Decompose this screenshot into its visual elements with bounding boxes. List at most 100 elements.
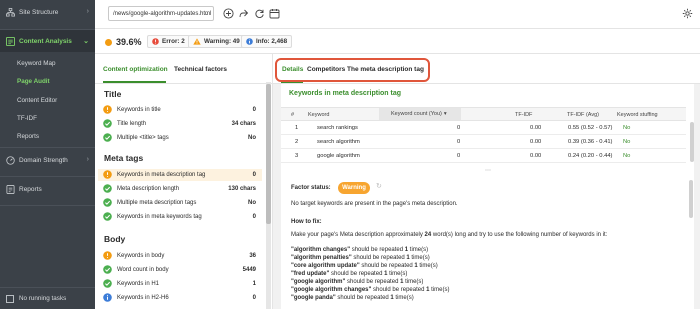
recommendation-unit: time(s) [403, 279, 424, 285]
warning-icon [103, 105, 113, 115]
chevron-down-icon: ⌄ [83, 38, 89, 45]
factors-panel: Content optimization Technical factors T… [95, 54, 273, 309]
factor-row-selected[interactable]: Keywords in meta description tag 0 [98, 169, 262, 181]
warning-count: Warning: 49 [204, 38, 240, 45]
warning-badge[interactable]: Warning: 49 [188, 35, 245, 48]
column-header[interactable]: Keyword [308, 112, 329, 118]
recommendation-text: should be repeated [345, 279, 401, 285]
info-icon [103, 293, 113, 303]
settings-icon[interactable] [681, 7, 693, 19]
recommended-keyword: "fred update" [291, 271, 330, 277]
group-title-meta-tags: Meta tags [104, 153, 144, 163]
column-header[interactable]: Keyword stuffing [617, 112, 658, 118]
table-scrollbar[interactable] [690, 122, 694, 162]
sidebar-sub-page-audit[interactable]: Page Audit [17, 78, 50, 85]
factor-row[interactable]: Keywords in H2-H6 0 [98, 292, 262, 304]
factor-value: 36 [249, 253, 256, 259]
share-icon[interactable] [237, 7, 249, 19]
sort-desc-icon: ▾ [443, 111, 447, 117]
add-icon[interactable] [222, 7, 234, 19]
factor-row[interactable]: Keywords in meta keywords tag 0 [98, 211, 262, 223]
factor-row[interactable]: Keywords in body 36 [98, 250, 262, 262]
sidebar-item-label: Domain Strength [19, 156, 68, 164]
check-icon [103, 133, 113, 143]
recommendation-text: should be repeated [371, 287, 427, 293]
factor-value: 1 [252, 281, 256, 287]
row-tfidf-avg: 0.39 (0.36 - 0.41) [568, 139, 613, 145]
top-toolbar: /news/google-algorithm-updates.html ⌄ [95, 0, 700, 29]
recommended-keyword: "core algorithm update" [291, 263, 360, 269]
error-badge[interactable]: Error: 2 [147, 35, 190, 48]
recommended-keyword: "google algorithm changes" [291, 287, 372, 293]
group-title-title: Title [104, 89, 122, 99]
info-count: Info: 2,468 [256, 38, 288, 45]
row-stuffing: No [623, 153, 631, 159]
factor-value: 34 chars [231, 121, 256, 127]
factor-row[interactable]: Multiple <title> tags No [98, 132, 262, 144]
tab-content-optimization[interactable]: Content optimization [103, 66, 168, 73]
check-icon [103, 212, 113, 222]
factor-row[interactable]: Multiple meta description tags No [98, 197, 262, 209]
factor-row[interactable]: Title length 34 chars [98, 118, 262, 130]
tab-technical-factors[interactable]: Technical factors [174, 66, 227, 73]
url-select[interactable]: /news/google-algorithm-updates.html ⌄ [108, 6, 214, 21]
info-badge[interactable]: Info: 2,468 [241, 35, 293, 48]
column-header-label: Keyword count (You) [391, 111, 442, 117]
sidebar-item-reports[interactable]: Reports [0, 178, 95, 200]
factors-scrollbar[interactable] [266, 82, 271, 309]
sidebar-sub-reports[interactable]: Reports [17, 133, 39, 140]
row-count: 0 [457, 153, 461, 159]
factor-label: Word count in body [117, 267, 169, 273]
keyword-recommendation: "google algorithm" should be repeated 1 … [291, 279, 423, 285]
sidebar-sub-tf-idf[interactable]: TF-IDF [17, 115, 37, 122]
factor-label: Multiple <title> tags [117, 135, 169, 141]
gauge-icon [5, 155, 15, 165]
divider [0, 147, 95, 148]
sidebar-sub-keyword-map[interactable]: Keyword Map [17, 60, 56, 67]
column-header[interactable]: # [291, 112, 294, 118]
chevron-down-icon: ⌄ [203, 11, 209, 17]
recommendation-text: should be repeated [335, 295, 391, 301]
factor-label: Multiple meta description tags [117, 200, 197, 206]
keywords-table-title: Keywords in meta description tag [289, 90, 402, 97]
factor-value: 0 [252, 107, 256, 113]
factor-row[interactable]: Meta description length 130 chars [98, 183, 262, 195]
keyword-recommendation: "algorithm penalties" should be repeated… [291, 255, 430, 261]
sidebar-item-site-structure[interactable]: Site Structure › [0, 1, 95, 23]
factor-value: 5449 [242, 267, 256, 273]
table-row[interactable]: 3 google algorithm 0 0.00 0.24 (0.20 - 0… [281, 150, 686, 163]
factor-row[interactable]: Keywords in H1 1 [98, 278, 262, 290]
sidebar-item-content-analysis[interactable]: Content Analysis ⌄ [0, 30, 95, 52]
column-header[interactable]: TF-IDF [515, 112, 532, 118]
sidebar-sub-content-editor[interactable]: Content Editor [17, 97, 57, 104]
check-icon [103, 265, 113, 275]
recommendation-unit: time(s) [429, 287, 450, 293]
recommended-keyword: "google algorithm" [291, 279, 346, 285]
factor-value: 130 chars [228, 186, 256, 192]
sidebar-item-label: Reports [19, 185, 42, 193]
content-icon [5, 36, 15, 46]
calendar-icon[interactable] [268, 7, 280, 19]
resize-handle[interactable]: ⋯ [478, 168, 498, 174]
detail-scrollbar[interactable] [689, 180, 693, 218]
row-count: 0 [457, 125, 461, 131]
factor-value: 0 [252, 214, 256, 220]
row-keyword: search algorithm [317, 139, 360, 145]
refresh-icon[interactable]: ↻ [376, 182, 382, 190]
chevron-right-icon: › [86, 8, 89, 15]
sitemap-icon [5, 7, 15, 17]
sidebar-item-domain-strength[interactable]: Domain Strength › [0, 149, 95, 171]
scrollbar-thumb[interactable] [266, 84, 271, 224]
table-row[interactable]: 2 search algorithm 0 0.00 0.39 (0.36 - 0… [281, 136, 686, 149]
factor-row[interactable]: Word count in body 5449 [98, 264, 262, 276]
refresh-icon[interactable] [253, 7, 265, 19]
keyword-recommendation: "google algorithm changes" should be rep… [291, 287, 449, 293]
running-tasks-status[interactable]: No running tasks [0, 287, 95, 309]
factor-row[interactable]: Keywords in title 0 [98, 104, 262, 116]
warning-icon [193, 38, 201, 45]
factor-label: Keywords in body [117, 253, 165, 259]
column-header[interactable]: TF-IDF (Avg) [567, 112, 599, 118]
table-row[interactable]: 1 search rankings 0 0.00 0.55 (0.52 - 0.… [281, 122, 686, 135]
sidebar-item-label: Content Analysis [19, 37, 72, 45]
column-header-sorted[interactable]: Keyword count (You) ▾ [379, 108, 461, 120]
